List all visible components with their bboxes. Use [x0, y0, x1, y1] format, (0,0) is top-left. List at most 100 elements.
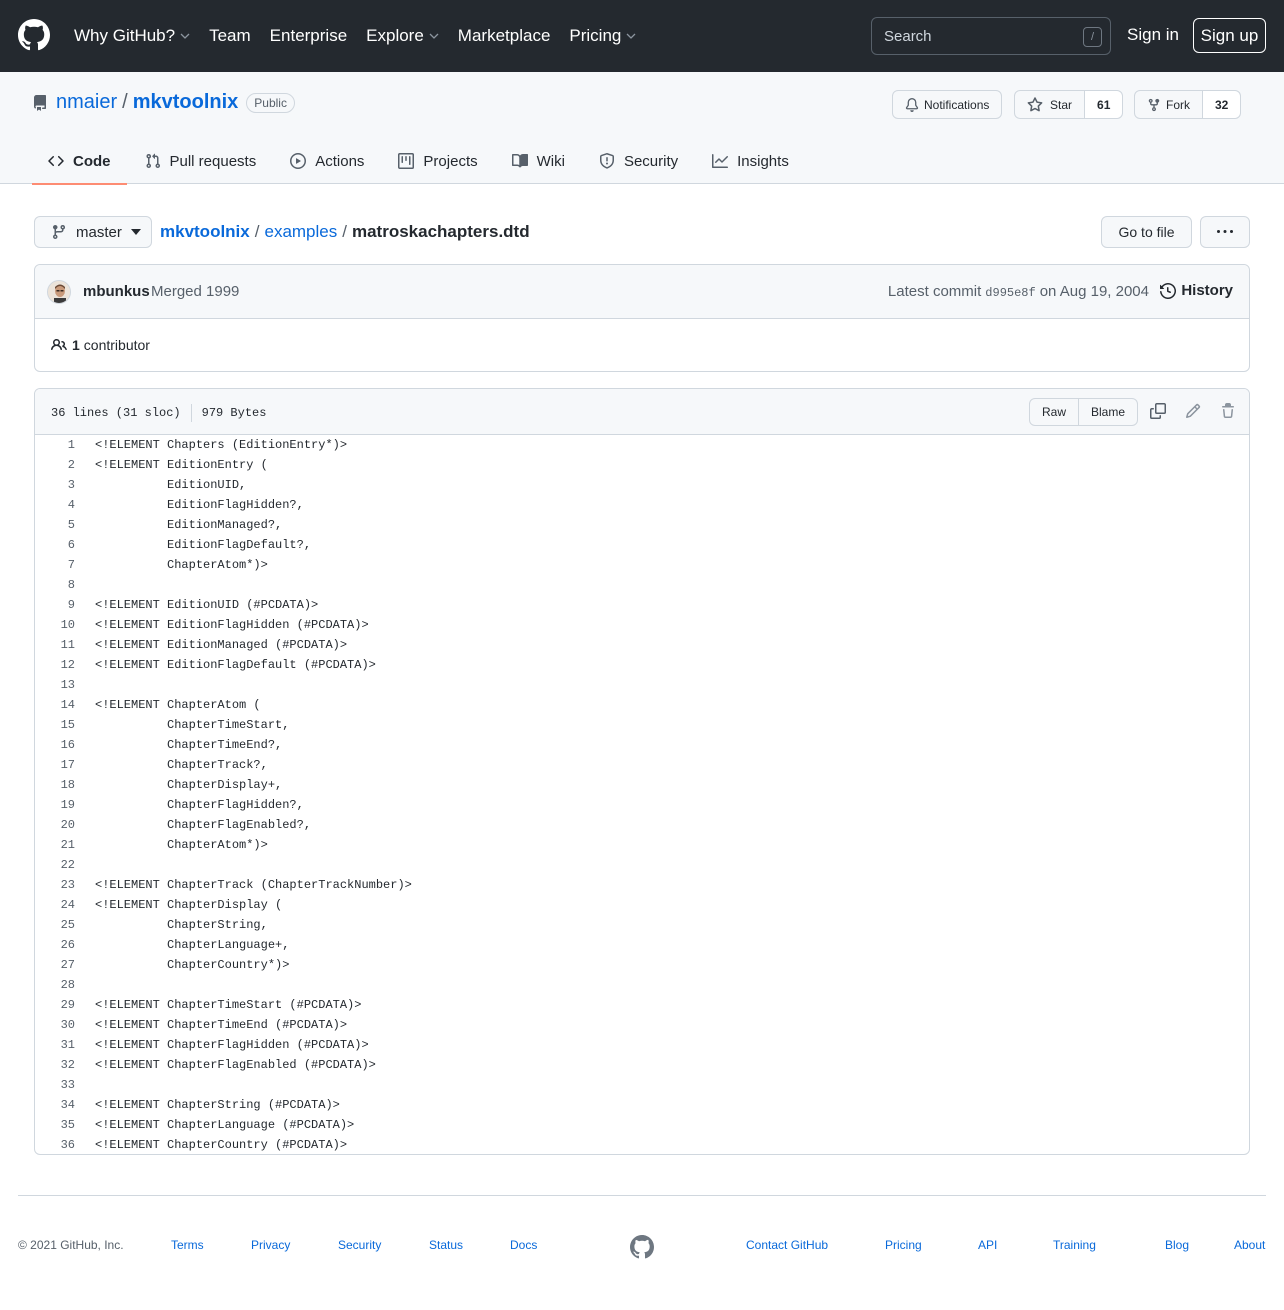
fork-count[interactable]: 32	[1202, 91, 1241, 118]
raw-button[interactable]: Raw	[1030, 399, 1078, 425]
code-line: 17 ChapterTrack?,	[35, 755, 1249, 775]
line-number[interactable]: 27	[35, 958, 75, 972]
line-number[interactable]: 1	[35, 438, 75, 452]
line-number[interactable]: 25	[35, 918, 75, 932]
nav-explore[interactable]: Explore	[366, 26, 439, 46]
footer-link-status[interactable]: Status	[429, 1238, 463, 1252]
footer-link-security[interactable]: Security	[338, 1238, 381, 1252]
tab-actions[interactable]: Actions	[274, 138, 380, 184]
footer-link-api[interactable]: API	[978, 1238, 997, 1252]
github-mark-icon[interactable]	[630, 1235, 654, 1259]
line-number[interactable]: 13	[35, 678, 75, 692]
repo-owner-link[interactable]: nmaier	[56, 91, 117, 114]
nav-enterprise[interactable]: Enterprise	[270, 26, 347, 46]
search-input[interactable]	[872, 18, 1110, 54]
line-number[interactable]: 28	[35, 978, 75, 992]
avatar[interactable]	[47, 280, 71, 304]
tab-security[interactable]: Security	[583, 138, 694, 184]
tab-insights[interactable]: Insights	[696, 138, 805, 184]
line-number[interactable]: 34	[35, 1098, 75, 1112]
line-number[interactable]: 11	[35, 638, 75, 652]
nav-marketplace[interactable]: Marketplace	[458, 26, 551, 46]
line-number[interactable]: 3	[35, 478, 75, 492]
line-number[interactable]: 18	[35, 778, 75, 792]
commit-sha-link[interactable]: d995e8f	[985, 286, 1035, 300]
breadcrumb-repo-link[interactable]: mkvtoolnix	[160, 222, 250, 242]
trash-icon[interactable]	[1220, 403, 1236, 419]
star-button[interactable]: Star	[1015, 91, 1084, 118]
tab-code[interactable]: Code	[32, 138, 127, 185]
line-number[interactable]: 6	[35, 538, 75, 552]
line-number[interactable]: 22	[35, 858, 75, 872]
repo-name-link[interactable]: mkvtoolnix	[133, 91, 239, 114]
line-number[interactable]: 12	[35, 658, 75, 672]
line-number[interactable]: 19	[35, 798, 75, 812]
footer-link-contact-github[interactable]: Contact GitHub	[746, 1238, 828, 1252]
line-number[interactable]: 10	[35, 618, 75, 632]
blame-button[interactable]: Blame	[1078, 399, 1137, 425]
copy-icon[interactable]	[1150, 403, 1166, 419]
footer-link-pricing[interactable]: Pricing	[885, 1238, 922, 1252]
tab-wiki[interactable]: Wiki	[496, 138, 581, 184]
contributors[interactable]: 1 contributor	[51, 337, 150, 353]
line-number[interactable]: 17	[35, 758, 75, 772]
line-number[interactable]: 31	[35, 1038, 75, 1052]
breadcrumb-dir-link[interactable]: examples	[264, 222, 337, 242]
line-number[interactable]: 21	[35, 838, 75, 852]
line-content: EditionManaged?,	[95, 518, 283, 532]
footer-link-training[interactable]: Training	[1053, 1238, 1096, 1252]
line-number[interactable]: 2	[35, 458, 75, 472]
nav-why-github[interactable]: Why GitHub?	[74, 26, 190, 46]
commit-message-link[interactable]: Merged 1999	[151, 283, 239, 300]
line-number[interactable]: 36	[35, 1138, 75, 1152]
line-number[interactable]: 26	[35, 938, 75, 952]
line-number[interactable]: 8	[35, 578, 75, 592]
code-line: 9 <!ELEMENT EditionUID (#PCDATA)>	[35, 595, 1249, 615]
nav-team[interactable]: Team	[209, 26, 251, 46]
star-count[interactable]: 61	[1084, 91, 1123, 118]
line-number[interactable]: 23	[35, 878, 75, 892]
notifications-button[interactable]: Notifications	[892, 90, 1003, 119]
search-box[interactable]: /	[871, 17, 1111, 55]
line-number[interactable]: 16	[35, 738, 75, 752]
line-number[interactable]: 7	[35, 558, 75, 572]
footer-link-privacy[interactable]: Privacy	[251, 1238, 290, 1252]
raw-blame-group: Raw Blame	[1029, 398, 1139, 426]
line-number[interactable]: 35	[35, 1118, 75, 1132]
nav-pricing[interactable]: Pricing	[569, 26, 636, 46]
footer-link-about[interactable]: About	[1234, 1238, 1265, 1252]
line-number[interactable]: 5	[35, 518, 75, 532]
go-to-file-button[interactable]: Go to file	[1101, 216, 1192, 248]
line-number[interactable]: 9	[35, 598, 75, 612]
tab-pull-requests[interactable]: Pull requests	[129, 138, 273, 184]
footer-link-docs[interactable]: Docs	[510, 1238, 537, 1252]
commit-author-link[interactable]: mbunkus	[83, 283, 150, 300]
sign-in-link[interactable]: Sign in	[1127, 25, 1179, 45]
code-line: 7 ChapterAtom*)>	[35, 555, 1249, 575]
footer-link-terms[interactable]: Terms	[171, 1238, 204, 1252]
line-number[interactable]: 29	[35, 998, 75, 1012]
line-number[interactable]: 32	[35, 1058, 75, 1072]
line-number[interactable]: 15	[35, 718, 75, 732]
tab-projects[interactable]: Projects	[382, 138, 493, 184]
pencil-icon[interactable]	[1185, 403, 1201, 419]
line-number[interactable]: 33	[35, 1078, 75, 1092]
code-line: 32 <!ELEMENT ChapterFlagEnabled (#PCDATA)…	[35, 1055, 1249, 1075]
branch-select-button[interactable]: master	[34, 216, 152, 248]
line-number[interactable]: 24	[35, 898, 75, 912]
more-options-button[interactable]	[1200, 216, 1250, 248]
code-line: 33	[35, 1075, 1249, 1095]
line-number[interactable]: 14	[35, 698, 75, 712]
commit-date: on Aug 19, 2004	[1039, 283, 1149, 300]
fork-button[interactable]: Fork	[1135, 91, 1202, 118]
line-content: <!ELEMENT ChapterTimeStart (#PCDATA)>	[95, 998, 362, 1012]
line-number[interactable]: 20	[35, 818, 75, 832]
sign-up-button[interactable]: Sign up	[1193, 18, 1266, 53]
github-logo-icon[interactable]	[18, 19, 50, 51]
contributors-count: 1	[72, 337, 80, 353]
history-link[interactable]: History	[1160, 282, 1233, 299]
line-number[interactable]: 30	[35, 1018, 75, 1032]
tab-label: Actions	[315, 152, 365, 170]
footer-link-blog[interactable]: Blog	[1165, 1238, 1189, 1252]
line-number[interactable]: 4	[35, 498, 75, 512]
